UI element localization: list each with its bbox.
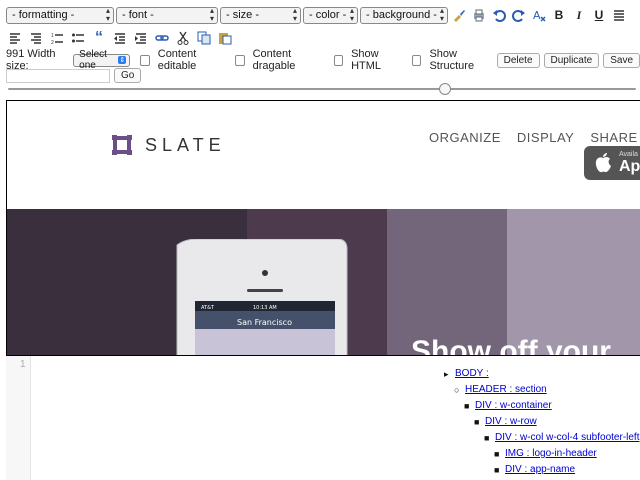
cut-icon[interactable]: [174, 29, 192, 47]
brand-name: SLATE: [145, 135, 226, 155]
bold-icon[interactable]: B: [550, 6, 568, 24]
save-button[interactable]: Save: [603, 52, 640, 68]
tree-node-img[interactable]: IMG : logo-in-header: [505, 448, 597, 459]
url-bar: Go: [6, 68, 142, 83]
url-input[interactable]: [6, 68, 110, 83]
print-icon[interactable]: [470, 6, 488, 24]
width-select[interactable]: Select one ⇕: [73, 49, 131, 71]
select-arrows-icon: ▴ ▾: [209, 6, 214, 23]
paragraph-toolbar: 12 “: [6, 29, 234, 47]
slate-logo-icon: [112, 135, 132, 155]
indent-icon[interactable]: [132, 29, 150, 47]
editor-options: 991 Width size: Select one ⇕ Content edit…: [6, 48, 640, 72]
blockquote-icon[interactable]: “: [90, 29, 108, 47]
width-slider[interactable]: [8, 83, 636, 95]
align-right-icon[interactable]: [27, 29, 45, 47]
redo-icon[interactable]: [510, 6, 528, 24]
line-number: 1: [20, 359, 26, 370]
svg-text:A: A: [533, 9, 541, 22]
tree-bullet: ■: [474, 417, 480, 427]
show-html-checkbox[interactable]: [333, 54, 344, 66]
duplicate-button[interactable]: Duplicate: [543, 52, 600, 68]
delete-button[interactable]: Delete: [496, 52, 540, 68]
content-dragable-label: Content dragable: [252, 48, 296, 72]
tree-bullet: ■: [464, 401, 470, 411]
paste-icon[interactable]: [216, 29, 234, 47]
apple-icon: [595, 153, 611, 173]
slider-track: [8, 88, 636, 90]
phone-mockup: AT&T 10:13 AM San Francisco: [176, 239, 348, 355]
svg-text:1: 1: [51, 33, 54, 39]
select-arrows-icon: ▴ ▾: [439, 6, 444, 23]
content-editable-checkbox[interactable]: [140, 54, 150, 66]
tree-node-container[interactable]: DIV : w-container: [475, 400, 552, 411]
svg-text:2: 2: [51, 40, 54, 45]
tree-node-body[interactable]: BODY :: [455, 368, 489, 379]
select-arrows-icon: ▴ ▾: [292, 6, 297, 23]
remove-format-icon[interactable]: A: [530, 6, 548, 24]
align-left-icon[interactable]: [6, 29, 24, 47]
ordered-list-icon[interactable]: 12: [48, 29, 66, 47]
show-html-label: Show HTML: [351, 48, 382, 72]
slider-thumb[interactable]: [439, 83, 452, 95]
nav-display[interactable]: DISPLAY: [517, 130, 574, 145]
font-select[interactable]: - font - ▴ ▾: [116, 6, 218, 24]
show-structure-checkbox[interactable]: [411, 54, 422, 66]
select-arrows-icon: ▴ ▾: [105, 6, 110, 23]
tree-node-app-name[interactable]: DIV : app-name: [505, 464, 575, 475]
app-badge-available: Availa: [619, 151, 638, 158]
tree-bullet: ■: [494, 449, 500, 459]
link-icon[interactable]: [153, 29, 171, 47]
select-arrows-icon: ⇕: [118, 56, 127, 64]
tree-node-col[interactable]: DIV : w-col w-col-4 subfooter-left: [495, 432, 640, 443]
go-button[interactable]: Go: [114, 68, 142, 83]
formatting-select[interactable]: - formatting - ▴ ▾: [6, 6, 114, 24]
strikethrough-icon[interactable]: [610, 6, 628, 24]
format-toolbar: - formatting - ▴ ▾ - font - ▴ ▾ - size - ▴ ▾ -…: [6, 6, 628, 24]
clean-brush-icon[interactable]: [450, 6, 468, 24]
site-header: SLATE ORGANIZE DISPLAY SHARE AB Availa A…: [7, 101, 640, 209]
select-arrows-icon: ▴ ▾: [349, 6, 354, 23]
nav-organize[interactable]: ORGANIZE: [429, 130, 501, 145]
show-structure-label: Show Structure: [429, 48, 475, 72]
tree-node-row[interactable]: DIV : w-row: [485, 416, 537, 427]
phone-carrier: AT&T: [201, 305, 215, 311]
content-dragable-checkbox[interactable]: [235, 54, 245, 66]
outdent-icon[interactable]: [111, 29, 129, 47]
hero-heading: Show off your: [411, 335, 611, 356]
site-nav: ORGANIZE DISPLAY SHARE AB: [429, 130, 640, 145]
undo-icon[interactable]: [490, 6, 508, 24]
code-editor[interactable]: 1: [6, 356, 31, 480]
tree-bullet: ■: [484, 433, 490, 443]
content-editable-label: Content editable: [157, 48, 197, 72]
tree-bullet: ○: [454, 385, 460, 395]
preview-frame[interactable]: SLATE ORGANIZE DISPLAY SHARE AB Availa A…: [6, 100, 640, 356]
hero-section: AT&T 10:13 AM San Francisco Show off you…: [7, 209, 640, 356]
app-store-badge[interactable]: Availa App: [584, 146, 640, 180]
copy-icon[interactable]: [195, 29, 213, 47]
background-select[interactable]: - background - ▴ ▾: [360, 6, 448, 24]
app-badge-name: App: [619, 158, 640, 175]
color-select[interactable]: - color - ▴ ▾: [303, 6, 358, 24]
tree-node-header[interactable]: HEADER : section: [465, 384, 547, 395]
nav-share[interactable]: SHARE: [590, 130, 637, 145]
italic-icon[interactable]: I: [570, 6, 588, 24]
unordered-list-icon[interactable]: [69, 29, 87, 47]
size-select[interactable]: - size - ▴ ▾: [220, 6, 301, 24]
phone-time: 10:13 AM: [253, 305, 277, 311]
underline-icon[interactable]: U: [590, 6, 608, 24]
phone-title: San Francisco: [237, 318, 292, 327]
tree-bullet: ■: [494, 465, 500, 475]
tree-bullet: ▸: [444, 369, 449, 379]
